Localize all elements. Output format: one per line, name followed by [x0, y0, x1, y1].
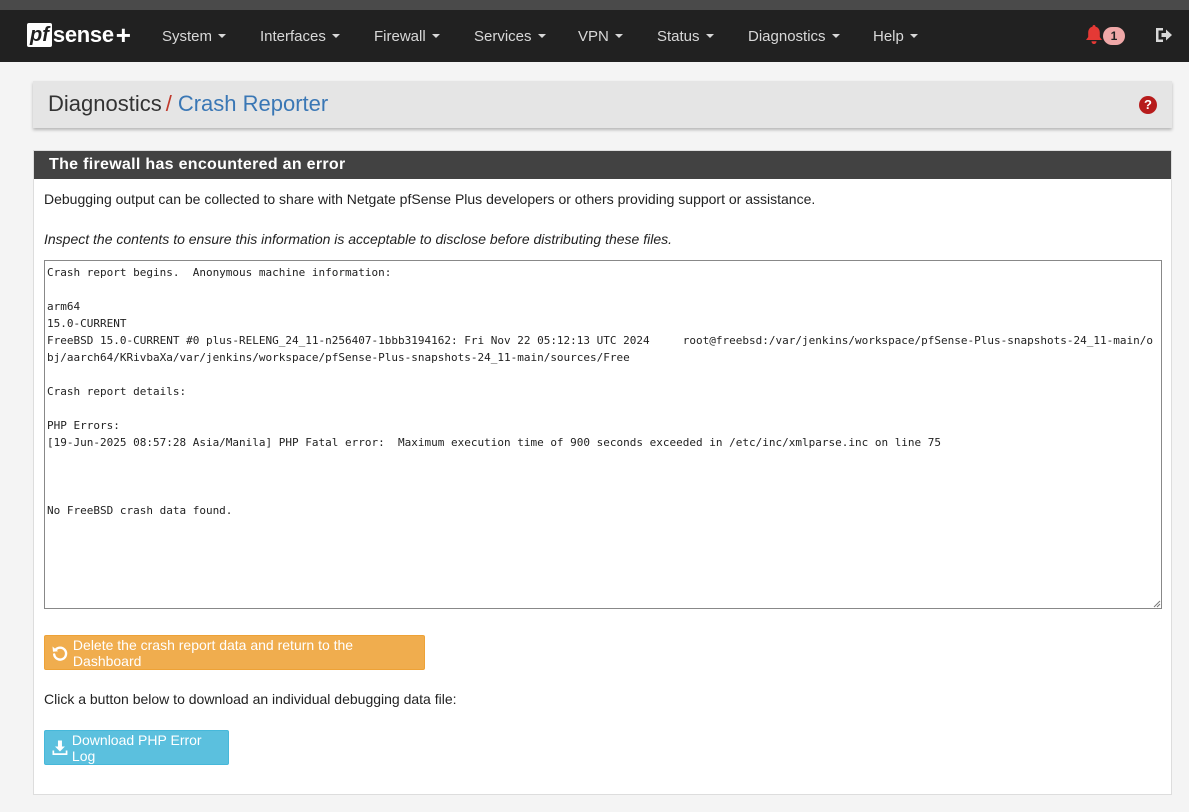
- breadcrumb-separator: /: [165, 91, 172, 116]
- breadcrumb-current-link[interactable]: Crash Reporter: [178, 91, 328, 116]
- caret-down-icon: [218, 34, 227, 38]
- resize-handle-icon[interactable]: [1153, 600, 1161, 608]
- caret-down-icon: [431, 34, 440, 38]
- caret-down-icon: [614, 34, 623, 38]
- caret-down-icon: [537, 34, 546, 38]
- caret-down-icon: [331, 34, 340, 38]
- breadcrumb-parent: Diagnostics: [48, 91, 162, 116]
- disclosure-warning: Inspect the contents to ensure this info…: [44, 231, 673, 247]
- pfsense-logo[interactable]: pf sense +: [27, 20, 131, 50]
- help-icon[interactable]: ?: [1139, 96, 1157, 114]
- delete-button-label: Delete the crash report data and return …: [72, 636, 354, 669]
- crash-report-textarea[interactable]: Crash report begins. Anonymous machine i…: [44, 260, 1162, 609]
- menu-diagnostics-label: Diagnostics: [748, 27, 826, 45]
- menu-status-label: Status: [657, 27, 700, 45]
- notification-badge[interactable]: 1: [1103, 27, 1125, 45]
- menu-status[interactable]: Status: [657, 10, 714, 62]
- menu-diagnostics[interactable]: Diagnostics: [748, 10, 840, 62]
- menu-vpn[interactable]: VPN: [578, 10, 623, 62]
- logo-plus: +: [115, 20, 131, 50]
- download-php-error-log-button[interactable]: Download PHP Error Log: [44, 730, 229, 765]
- menu-firewall[interactable]: Firewall: [374, 10, 440, 62]
- error-panel: The firewall has encountered an error De…: [33, 150, 1172, 795]
- caret-down-icon: [705, 34, 714, 38]
- top-strip: [0, 0, 1189, 10]
- menu-services[interactable]: Services: [474, 10, 546, 62]
- menu-firewall-label: Firewall: [374, 27, 426, 45]
- caret-down-icon: [909, 34, 918, 38]
- delete-crash-report-button[interactable]: Delete the crash report data and return …: [44, 635, 425, 670]
- page-title: Diagnostics / Crash Reporter: [48, 91, 328, 117]
- menu-services-label: Services: [474, 27, 532, 45]
- menu-interfaces[interactable]: Interfaces: [260, 10, 340, 62]
- download-button-label: Download PHP Error Log: [71, 731, 202, 764]
- logo-sense: sense: [52, 22, 114, 47]
- menu-help[interactable]: Help: [873, 10, 918, 62]
- download-icon: [52, 740, 68, 755]
- caret-down-icon: [831, 34, 840, 38]
- panel-title: The firewall has encountered an error: [34, 151, 1171, 179]
- menu-interfaces-label: Interfaces: [260, 27, 326, 45]
- breadcrumb: Diagnostics / Crash Reporter ?: [33, 81, 1172, 128]
- navbar: pf sense + System Interfaces Firewall Se…: [0, 10, 1189, 62]
- menu-help-label: Help: [873, 27, 904, 45]
- menu-system[interactable]: System: [162, 10, 227, 62]
- logo-pf: pf: [27, 23, 52, 47]
- intro-text: Debugging output can be collected to sha…: [44, 191, 816, 207]
- bell-icon[interactable]: [1084, 24, 1104, 46]
- menu-system-label: System: [162, 27, 213, 45]
- undo-icon: [52, 645, 68, 661]
- logout-icon[interactable]: [1154, 24, 1174, 46]
- menu-vpn-label: VPN: [578, 27, 609, 45]
- download-prompt: Click a button below to download an indi…: [44, 691, 457, 707]
